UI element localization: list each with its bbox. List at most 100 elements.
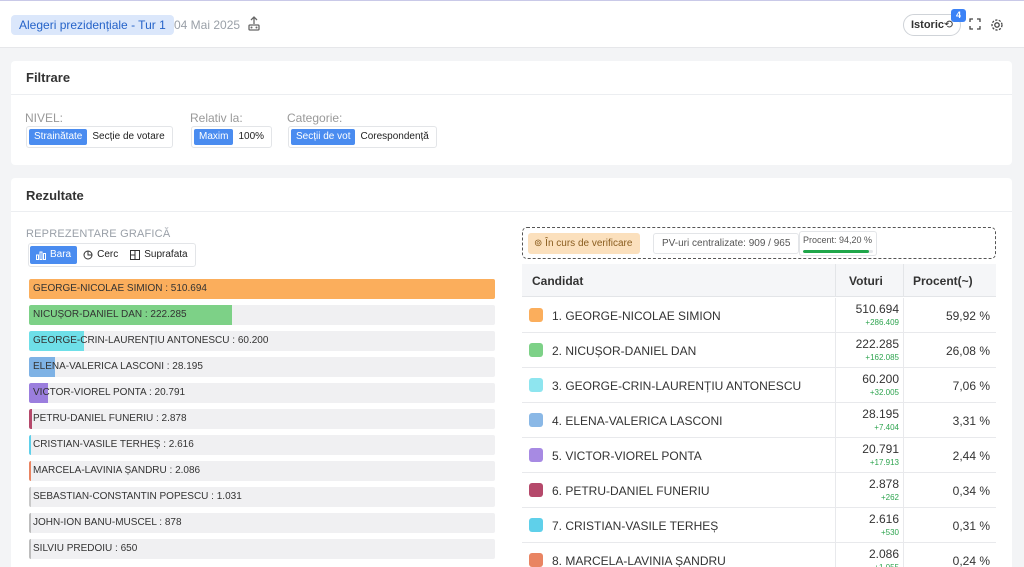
bar-label: GEORGE-CRIN-LAURENȚIU ANTONESCU : 60.200	[33, 335, 269, 346]
percent-value: 0,24 %	[952, 554, 990, 567]
candidate-name: 2. NICUȘOR-DANIEL DAN	[552, 344, 697, 358]
bar-row[interactable]: NICUȘOR-DANIEL DAN : 222.285	[29, 305, 495, 325]
election-selector[interactable]: Alegeri prezidențiale - Tur 1	[11, 15, 174, 35]
col-divider	[835, 403, 836, 438]
votes-delta: +7.404	[874, 423, 899, 432]
votes-value: 222.285	[855, 337, 899, 351]
bar-row[interactable]: GEORGE-CRIN-LAURENȚIU ANTONESCU : 60.200	[29, 331, 495, 351]
color-swatch	[529, 343, 543, 357]
table-row[interactable]: 6. PETRU-DANIEL FUNERIU 2.878 +262 0,34 %	[522, 473, 996, 508]
category-label: Categorie:	[287, 111, 343, 125]
votes-value: 2.878	[868, 477, 899, 491]
bar	[29, 461, 31, 481]
col-divider	[835, 473, 836, 508]
tab-circle-label: Cerc	[97, 249, 119, 260]
bar-row[interactable]: SEBASTIAN-CONSTANTIN POPESCU : 1.031	[29, 487, 495, 507]
percent-value: 0,31 %	[952, 519, 990, 533]
relative-option-100[interactable]: 100%	[233, 129, 269, 145]
bar-row[interactable]: ELENA-VALERICA LASCONI : 28.195	[29, 357, 495, 377]
verifying-icon: ⊚	[534, 238, 546, 249]
col-divider	[835, 438, 836, 473]
bar-label: JOHN-ION BANU-MUSCEL : 878	[33, 517, 182, 528]
color-swatch	[529, 483, 543, 497]
bar-label: MARCELA-LAVINIA ȘANDRU : 2.086	[33, 465, 201, 476]
level-option-strainatate[interactable]: Strainătate	[29, 129, 88, 145]
verification-status: ⊚ În curs de verificare PV-uri centraliz…	[522, 227, 996, 259]
percent-box: Procent: 94,20 %	[799, 231, 877, 256]
relative-segment: Maxim 100%	[191, 126, 273, 148]
bar-row[interactable]: CRISTIAN-VASILE TERHEȘ : 2.616	[29, 435, 495, 455]
votes-value: 20.791	[862, 442, 899, 456]
tab-area[interactable]: Suprafata	[124, 246, 193, 264]
votes-value: 510.694	[855, 302, 899, 316]
votes-delta: +286.409	[865, 318, 899, 327]
color-swatch	[529, 378, 543, 392]
verifying-badge: ⊚ În curs de verificare	[528, 233, 641, 254]
votes-value: 2.086	[868, 547, 899, 561]
table-row[interactable]: 5. VICTOR-VIOREL PONTA 20.791 +17.913 2,44 …	[522, 438, 996, 473]
table-row[interactable]: 2. NICUȘOR-DANIEL DAN 222.285 +162.085 26,0…	[522, 333, 996, 368]
filter-title: Filtrare	[26, 70, 71, 85]
percent-value: 3,31 %	[952, 414, 990, 428]
color-swatch	[529, 308, 543, 322]
bar-row[interactable]: JOHN-ION BANU-MUSCEL : 878	[29, 513, 495, 533]
chart-caption: REPREZENTARE GRAFICĂ	[26, 228, 171, 240]
category-option-sectii[interactable]: Secții de vot	[291, 129, 356, 145]
bar-label: ELENA-VALERICA LASCONI : 28.195	[33, 361, 203, 372]
votes-delta: +262	[880, 493, 899, 502]
table-row[interactable]: 7. CRISTIAN-VASILE TERHEȘ 2.616 +530 0,31 %	[522, 508, 996, 543]
tab-bar[interactable]: Bara	[30, 246, 78, 264]
bar-label: PETRU-DANIEL FUNERIU : 2.878	[33, 413, 187, 424]
votes-delta: +17.913	[869, 458, 899, 467]
col-divider	[903, 438, 904, 473]
candidate-name: 7. CRISTIAN-VASILE TERHEȘ	[552, 519, 719, 533]
bar-row[interactable]: MARCELA-LAVINIA ȘANDRU : 2.086	[29, 461, 495, 481]
col-votes[interactable]: Voturi	[849, 274, 883, 288]
col-divider	[903, 298, 904, 333]
level-option-sectie[interactable]: Secție de votare	[87, 129, 169, 145]
bar-label: SEBASTIAN-CONSTANTIN POPESCU : 1.031	[33, 491, 242, 502]
fullscreen-icon[interactable]	[969, 18, 981, 33]
table-row[interactable]: 1. GEORGE-NICOLAE SIMION 510.694 +286.409 5…	[522, 298, 996, 333]
col-divider	[903, 264, 904, 297]
election-date: 04 Mai 2025	[174, 18, 241, 32]
votes-value: 60.200	[862, 372, 899, 386]
relative-option-maxim[interactable]: Maxim	[194, 129, 234, 145]
candidate-name: 5. VICTOR-VIOREL PONTA	[552, 449, 702, 463]
col-percent[interactable]: Procent(~)	[913, 274, 973, 288]
bar-label: GEORGE-NICOLAE SIMION : 510.694	[33, 283, 207, 294]
color-swatch	[529, 413, 543, 427]
bar-row[interactable]: PETRU-DANIEL FUNERIU : 2.878	[29, 409, 495, 429]
percent-progress-track	[803, 250, 873, 253]
col-divider	[903, 543, 904, 567]
bar-row[interactable]: SILVIU PREDOIU : 650	[29, 539, 495, 559]
category-option-corespondenta[interactable]: Corespondență	[355, 129, 433, 145]
table-row[interactable]: 4. ELENA-VALERICA LASCONI 28.195 +7.404 3,3…	[522, 403, 996, 438]
col-divider	[903, 473, 904, 508]
percent-value: 2,44 %	[952, 449, 990, 463]
tab-circle[interactable]: Cerc	[77, 246, 124, 264]
treemap-icon	[130, 250, 141, 260]
candidate-name: 6. PETRU-DANIEL FUNERIU	[552, 484, 710, 498]
table-row[interactable]: 3. GEORGE-CRIN-LAURENȚIU ANTONESCU 60.200…	[522, 368, 996, 403]
tab-area-label: Suprafata	[144, 249, 188, 260]
col-divider	[903, 403, 904, 438]
col-divider	[835, 508, 836, 543]
share-icon[interactable]	[247, 16, 261, 35]
pie-chart-icon	[83, 250, 93, 260]
bar-row[interactable]: VICTOR-VIOREL PONTA : 20.791	[29, 383, 495, 403]
candidate-name: 8. MARCELA-LAVINIA ȘANDRU	[552, 554, 726, 567]
votes-value: 28.195	[862, 407, 899, 421]
percent-progress-fill	[803, 250, 869, 253]
filter-card: Filtrare NIVEL: Strainătate Secție de vo…	[11, 61, 1012, 165]
percent-value: 0,34 %	[952, 484, 990, 498]
relative-label: Relativ la:	[190, 111, 243, 125]
chart-view-tabs: Bara Cerc Suprafata	[28, 243, 196, 267]
history-label: Istoric	[911, 19, 945, 31]
settings-gear-icon[interactable]	[990, 18, 1004, 35]
color-swatch	[529, 448, 543, 462]
category-segment: Secții de vot Corespondență	[288, 126, 437, 148]
table-row[interactable]: 8. MARCELA-LAVINIA ȘANDRU 2.086 +1.055 0,24…	[522, 543, 996, 567]
col-candidate[interactable]: Candidat	[532, 274, 583, 288]
bar-row[interactable]: GEORGE-NICOLAE SIMION : 510.694	[29, 279, 495, 299]
